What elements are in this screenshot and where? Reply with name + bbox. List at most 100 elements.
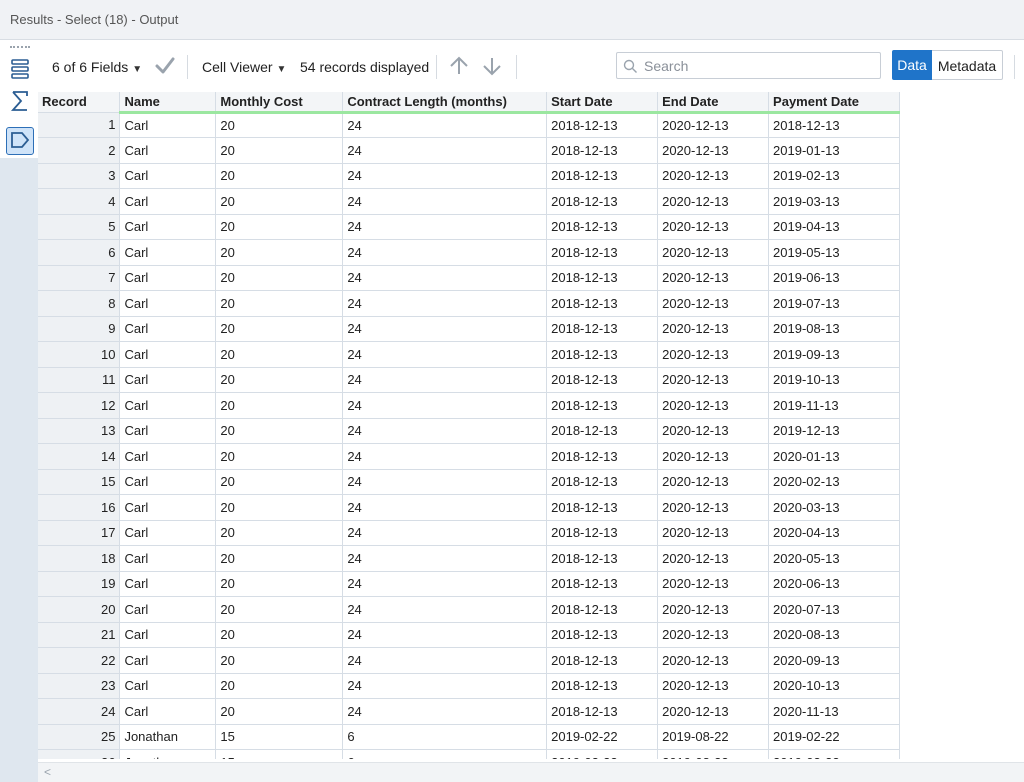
tab-metadata[interactable]: Metadata	[932, 50, 1003, 80]
record-number-cell[interactable]: 5	[38, 214, 121, 240]
column-header[interactable]: Contract Length (months)	[342, 92, 548, 114]
table-cell[interactable]: 20	[215, 316, 344, 342]
table-cell[interactable]: 20	[215, 214, 344, 240]
table-cell[interactable]: 24	[342, 214, 548, 240]
table-cell[interactable]: 2018-12-13	[546, 571, 659, 597]
table-cell[interactable]: 2020-12-13	[657, 647, 770, 674]
table-row[interactable]: 24 Carl 20 24 2018-12-13 2020-12-13 2020-11-13	[38, 698, 900, 725]
record-number-cell[interactable]: 17	[38, 520, 121, 546]
table-cell[interactable]: Carl	[119, 367, 217, 393]
record-number-cell[interactable]: 6	[38, 239, 121, 266]
table-cell[interactable]: 2020-02-13	[768, 469, 900, 495]
table-cell[interactable]: 24	[342, 443, 548, 470]
tag-view-button[interactable]	[6, 127, 34, 155]
cell-viewer-selector[interactable]: Cell Viewer ▼	[202, 59, 286, 75]
table-cell[interactable]: 20	[215, 647, 344, 674]
apply-fields-button[interactable]	[155, 55, 175, 78]
table-cell[interactable]: 24	[342, 494, 548, 521]
table-row[interactable]: 1 Carl 20 24 2018-12-13 2020-12-13 2018-12-13	[38, 112, 900, 138]
table-cell[interactable]: 24	[342, 137, 548, 164]
table-cell[interactable]: 2019-01-13	[768, 137, 900, 164]
table-cell[interactable]: 24	[342, 341, 548, 368]
table-cell[interactable]: 2018-12-13	[546, 112, 659, 138]
table-cell[interactable]: Carl	[119, 443, 217, 470]
scroll-down-button[interactable]	[481, 55, 503, 80]
table-cell[interactable]: 6	[342, 749, 548, 759]
table-cell[interactable]: 24	[342, 596, 548, 623]
table-row[interactable]: 11 Carl 20 24 2018-12-13 2020-12-13 2019-10-13	[38, 367, 900, 393]
table-cell[interactable]: 2020-12-13	[657, 316, 770, 342]
table-cell[interactable]: 20	[215, 520, 344, 546]
table-cell[interactable]: 2020-07-13	[768, 596, 900, 623]
record-number-cell[interactable]: 9	[38, 316, 121, 342]
table-cell[interactable]: 2018-12-13	[546, 188, 659, 215]
table-cell[interactable]: Carl	[119, 392, 217, 419]
table-cell[interactable]: 24	[342, 316, 548, 342]
table-cell[interactable]: 2018-12-13	[546, 545, 659, 572]
table-cell[interactable]: 20	[215, 673, 344, 699]
table-cell[interactable]: 2019-09-13	[768, 341, 900, 368]
table-row[interactable]: 2 Carl 20 24 2018-12-13 2020-12-13 2019-01-13	[38, 137, 900, 164]
table-cell[interactable]: 2020-12-13	[657, 494, 770, 521]
table-cell[interactable]: Carl	[119, 622, 217, 648]
table-cell[interactable]: 2018-12-13	[546, 443, 659, 470]
table-cell[interactable]: 2019-04-13	[768, 214, 900, 240]
table-cell[interactable]: 2018-12-13	[546, 341, 659, 368]
table-row[interactable]: 12 Carl 20 24 2018-12-13 2020-12-13 2019-11-13	[38, 392, 900, 419]
record-number-cell[interactable]: 2	[38, 137, 121, 164]
table-cell[interactable]: 24	[342, 163, 548, 189]
table-row[interactable]: 20 Carl 20 24 2018-12-13 2020-12-13 2020-07-13	[38, 596, 900, 623]
table-cell[interactable]: Carl	[119, 163, 217, 189]
table-cell[interactable]: 2020-11-13	[768, 698, 900, 725]
record-number-cell[interactable]: 21	[38, 622, 121, 648]
table-row[interactable]: 10 Carl 20 24 2018-12-13 2020-12-13 2019-09-13	[38, 341, 900, 368]
table-cell[interactable]: 2020-12-13	[657, 214, 770, 240]
table-row[interactable]: 6 Carl 20 24 2018-12-13 2020-12-13 2019-05-13	[38, 239, 900, 266]
table-cell[interactable]: Carl	[119, 673, 217, 699]
table-cell[interactable]: 2018-12-13	[546, 392, 659, 419]
table-row[interactable]: 13 Carl 20 24 2018-12-13 2020-12-13 2019-12-13	[38, 418, 900, 444]
record-number-cell[interactable]: 1	[38, 112, 121, 138]
table-cell[interactable]: 2019-02-22	[546, 724, 659, 750]
table-cell[interactable]: 2019-08-22	[657, 749, 770, 759]
record-number-cell[interactable]: 13	[38, 418, 121, 444]
table-cell[interactable]: 2020-12-13	[657, 545, 770, 572]
table-row[interactable]: 25 Jonathan 15 6 2019-02-22 2019-08-22 2019-02…	[38, 724, 900, 750]
table-cell[interactable]: 15	[215, 724, 344, 750]
table-cell[interactable]: 20	[215, 622, 344, 648]
table-cell[interactable]: Carl	[119, 418, 217, 444]
record-number-cell[interactable]: 15	[38, 469, 121, 495]
table-cell[interactable]: 15	[215, 749, 344, 759]
table-row[interactable]: 17 Carl 20 24 2018-12-13 2020-12-13 2020-04-13	[38, 520, 900, 546]
table-cell[interactable]: 20	[215, 112, 344, 138]
table-cell[interactable]: 24	[342, 647, 548, 674]
table-cell[interactable]: Carl	[119, 698, 217, 725]
table-cell[interactable]: Carl	[119, 494, 217, 521]
record-number-cell[interactable]: 24	[38, 698, 121, 725]
table-cell[interactable]: 20	[215, 341, 344, 368]
column-header[interactable]: Name	[119, 92, 217, 114]
table-cell[interactable]: 2018-12-13	[546, 214, 659, 240]
table-cell[interactable]: Carl	[119, 188, 217, 215]
table-cell[interactable]: 2019-03-13	[768, 188, 900, 215]
record-number-cell[interactable]: 14	[38, 443, 121, 470]
table-cell[interactable]: 24	[342, 673, 548, 699]
table-cell[interactable]: Carl	[119, 214, 217, 240]
table-cell[interactable]: 24	[342, 418, 548, 444]
table-cell[interactable]: 2019-03-22	[768, 749, 900, 759]
table-cell[interactable]: 2018-12-13	[546, 520, 659, 546]
table-cell[interactable]: 2018-12-13	[546, 673, 659, 699]
table-cell[interactable]: 2020-12-13	[657, 596, 770, 623]
record-number-cell[interactable]: 11	[38, 367, 121, 393]
table-row[interactable]: 5 Carl 20 24 2018-12-13 2020-12-13 2019-04-13	[38, 214, 900, 240]
table-cell[interactable]: 2018-12-13	[546, 316, 659, 342]
table-cell[interactable]: 2020-01-13	[768, 443, 900, 470]
table-cell[interactable]: 20	[215, 265, 344, 291]
table-cell[interactable]: 2018-12-13	[546, 596, 659, 623]
table-cell[interactable]: 2019-11-13	[768, 392, 900, 419]
table-cell[interactable]: 6	[342, 724, 548, 750]
table-cell[interactable]: 20	[215, 698, 344, 725]
table-cell[interactable]: 2020-06-13	[768, 571, 900, 597]
record-number-cell[interactable]: 20	[38, 596, 121, 623]
table-cell[interactable]: 2018-12-13	[546, 367, 659, 393]
